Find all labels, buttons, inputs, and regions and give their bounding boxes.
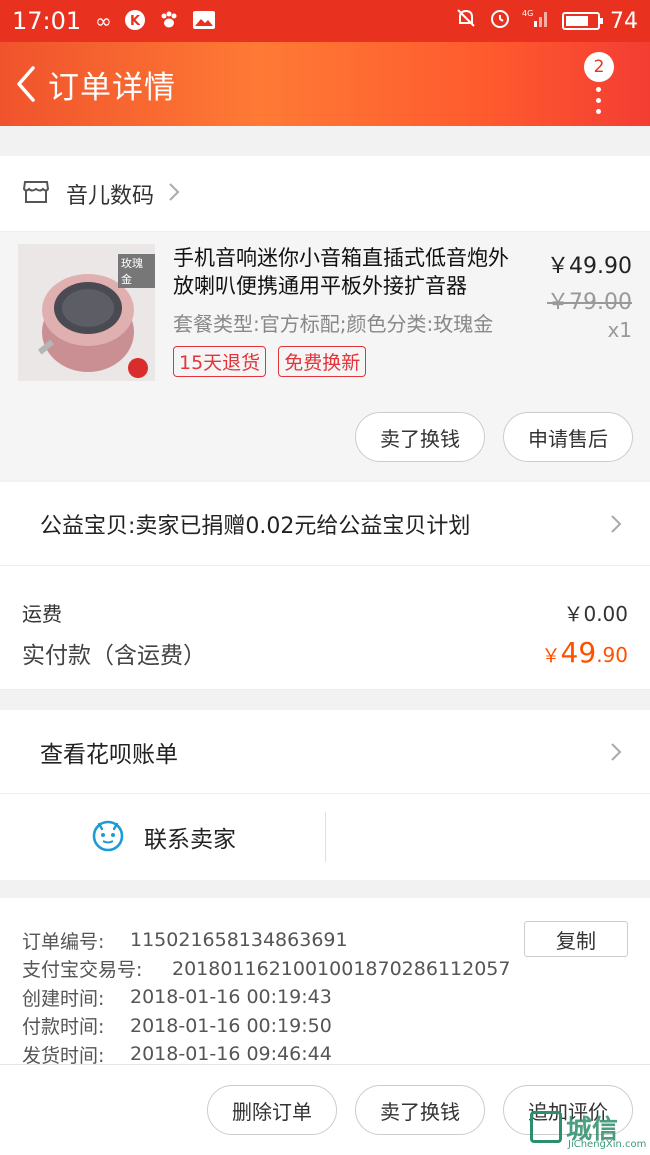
bottom-action-bar: 删除订单 卖了换钱 追加评价 城信 JiChengXin.com [0,1064,650,1155]
status-bar: 17:01 ∞ K 4G 74 [0,0,650,42]
battery-level: 74 [610,8,638,34]
shop-name: 音儿数码 [66,183,155,209]
delete-order-button[interactable]: 删除订单 [207,1085,337,1135]
product-quantity: x1 [607,318,632,342]
service-badges: 15天退货 免费换新 [173,346,367,377]
info-key: 创建时间: [22,987,105,1010]
mute-icon [454,6,478,36]
back-icon[interactable] [6,42,46,126]
shop-icon [22,179,50,209]
copy-button[interactable]: 复制 [524,921,628,957]
chevron-right-icon [610,514,622,538]
paid-label: 实付款（含运费） [22,643,206,669]
paid-time: 2018-01-16 00:19:50 [130,1014,332,1037]
paid-decimal: .90 [596,643,628,667]
alipay-trade-number: 2018011621001001870286112057 [172,957,511,980]
network-type: 4G [522,9,533,18]
signal-icon: 4G [522,7,552,35]
contact-bar: 联系卖家 [0,794,650,880]
charity-text: 公益宝贝:卖家已捐赠0.02元给公益宝贝计划 [40,513,471,539]
charity-row[interactable]: 公益宝贝:卖家已捐赠0.02元给公益宝贝计划 [0,482,650,566]
message-count-badge: 2 [584,52,614,82]
svg-text:K: K [130,14,141,29]
paid-amount: ￥49.90 [542,636,628,670]
paid-time-row: 付款时间: 2018-01-16 00:19:50 [22,1012,650,1041]
shipping-row: 运费 ￥0.00 [22,598,628,627]
watermark: 城信 JiChengXin.com [530,1107,648,1153]
paid-row: 实付款（含运费） ￥49.90 [22,636,628,670]
product-item[interactable]: 玫瑰金 手机音响迷你小音箱直插式低音炮外放喇叭便携通用平板外接扩音器 套餐类型:… [0,232,650,480]
info-key: 订单编号: [22,930,105,953]
huabei-bill-row[interactable]: 查看花呗账单 [0,710,650,794]
watermark-logo-icon [530,1111,562,1143]
paid-currency: ￥ [541,645,561,667]
shipping-label: 运费 [22,602,62,626]
sell-for-cash-bottom-button[interactable]: 卖了换钱 [355,1085,485,1135]
status-time: 17:01 [12,7,82,35]
order-info: 订单编号: 115021658134863691 支付宝交易号: 2018011… [0,898,650,1068]
product-thumbnail[interactable]: 玫瑰金 [18,244,155,381]
created-time-row: 创建时间: 2018-01-16 00:19:43 [22,983,650,1012]
color-tag: 玫瑰金 [118,254,155,288]
nav-bar: 订单详情 2 [0,42,650,126]
watermark-subtext: JiChengXin.com [568,1139,647,1150]
order-number: 115021658134863691 [130,929,348,952]
product-title[interactable]: 手机音响迷你小音箱直插式低音炮外放喇叭便携通用平板外接扩音器 [173,244,528,300]
contact-seller-label: 联系卖家 [144,827,236,853]
huabei-bill-label: 查看花呗账单 [40,741,178,768]
product-spec: 套餐类型:官方标配;颜色分类:玫瑰金 [173,312,494,336]
alarm-icon [488,6,512,36]
battery-icon [562,12,603,30]
divider [325,812,326,862]
paw-icon [158,9,180,34]
k-app-icon: K [124,9,146,34]
exchange-badge: 免费换新 [278,346,367,377]
fee-summary: 运费 ￥0.00 实付款（含运费） ￥49.90 [0,566,650,690]
chevron-right-icon [610,742,622,766]
chevron-right-icon [168,182,180,206]
info-key: 支付宝交易号: [22,959,143,982]
product-price: ￥49.90 [547,254,632,279]
infinity-icon: ∞ [95,9,112,33]
created-time: 2018-01-16 00:19:43 [130,986,332,1009]
alipay-trade-row: 支付宝交易号: 2018011621001001870286112057 [22,955,650,984]
sell-for-cash-button[interactable]: 卖了换钱 [355,412,485,462]
return-badge: 15天退货 [173,346,267,377]
shipped-time: 2018-01-16 09:46:44 [130,1043,332,1066]
paid-integer: 49 [560,636,597,669]
shop-row[interactable]: 音儿数码 [0,156,650,232]
contact-seller-button[interactable]: 联系卖家 [0,794,326,880]
chat-bubble-icon [90,817,126,857]
more-menu-button[interactable]: 2 [582,50,622,120]
shipping-value: ￥0.00 [563,602,628,626]
after-sales-button[interactable]: 申请售后 [503,412,633,462]
image-icon [192,10,216,33]
product-original-price: ￥79.00 [547,290,632,315]
more-dots-icon [596,87,602,120]
info-key: 付款时间: [22,1016,105,1039]
page-title: 订单详情 [48,69,176,106]
